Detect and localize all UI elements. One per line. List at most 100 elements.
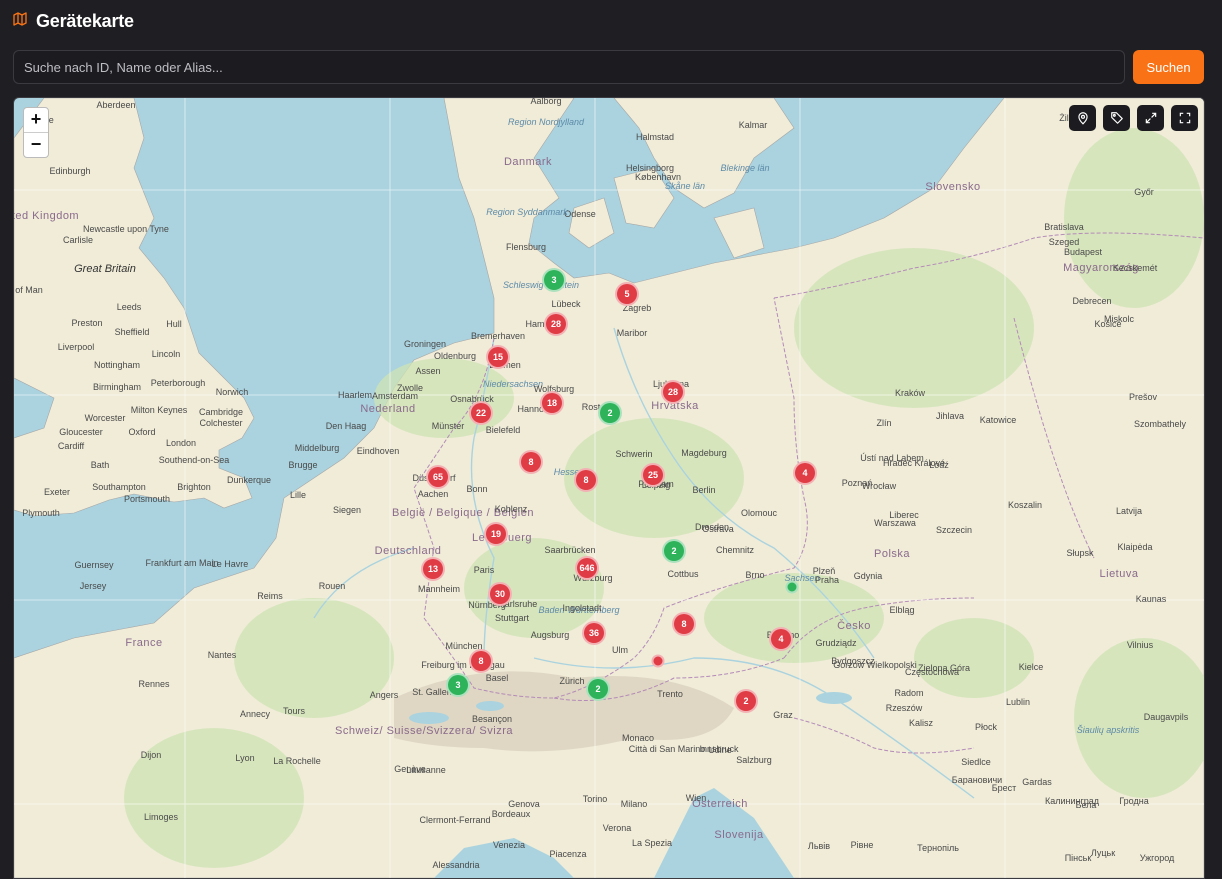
map-label: Zlín	[876, 418, 892, 428]
map-label: Gloucester	[59, 427, 103, 437]
map-label: Salzburg	[736, 755, 772, 765]
expand-icon[interactable]	[1137, 105, 1164, 131]
map-label: Kielce	[1018, 662, 1044, 672]
map-label: Пінськ	[1064, 853, 1092, 863]
map-label: Oldenburg	[433, 351, 477, 361]
map-label: Carlisle	[62, 235, 94, 245]
map-label: Nederland	[360, 403, 416, 415]
map-label: Worcester	[84, 413, 126, 423]
map-label: Magdeburg	[681, 448, 727, 458]
map-label: Bydgoszcz	[831, 656, 875, 666]
map-label: Amsterdam	[371, 391, 419, 401]
search-button[interactable]: Suchen	[1133, 50, 1204, 84]
zoom-control: + −	[23, 107, 49, 158]
map-label: Genève	[394, 764, 426, 774]
map-label: Szeged	[1048, 237, 1080, 247]
cluster-marker[interactable]: 4	[793, 461, 817, 485]
cluster-marker[interactable]: 18	[540, 391, 564, 415]
cluster-marker[interactable]: 8	[574, 468, 598, 492]
map-label: Jersey	[79, 581, 107, 591]
cluster-marker[interactable]: 25	[641, 463, 665, 487]
cluster-marker[interactable]: 2	[662, 539, 686, 563]
map-label: Slovenija	[714, 829, 764, 841]
cluster-marker[interactable]: 4	[769, 627, 793, 651]
map-label: Wrocław	[861, 481, 897, 491]
map-label: Deutschland	[374, 545, 442, 557]
cluster-marker[interactable]: 15	[486, 345, 510, 369]
map-label: Lille	[289, 490, 307, 500]
cluster-marker[interactable]: 2	[734, 689, 758, 713]
map-label: Daugavpils	[1143, 712, 1189, 722]
map-label: Луцьк	[1090, 848, 1116, 858]
cluster-marker[interactable]: 8	[519, 450, 543, 474]
cluster-marker[interactable]: 3	[542, 268, 566, 292]
map-label: Schwerin	[615, 449, 653, 459]
cluster-marker[interactable]: 646	[575, 556, 599, 580]
map-label: Danmark	[503, 156, 553, 168]
map-label: Lübeck	[551, 299, 581, 309]
location-pin-icon[interactable]	[1069, 105, 1096, 131]
tag-icon[interactable]	[1103, 105, 1130, 131]
map-label: Bordeaux	[491, 809, 531, 819]
map-label: Oxford	[128, 427, 156, 437]
map-label: Milton Keynes	[130, 405, 188, 415]
map-label: Trento	[657, 689, 683, 699]
cluster-marker[interactable]: 8	[672, 612, 696, 636]
map-label: Angers	[369, 690, 399, 700]
map-label: Dijon	[140, 750, 162, 760]
zoom-out-button[interactable]: −	[24, 132, 48, 157]
map-label: Zürich	[559, 676, 585, 686]
cluster-marker[interactable]: 28	[661, 380, 685, 404]
map-label: Aalborg	[530, 97, 562, 106]
map-label: Norwich	[215, 387, 249, 397]
cluster-marker[interactable]	[651, 654, 665, 668]
cluster-marker[interactable]: 5	[615, 282, 639, 306]
search-input[interactable]	[13, 50, 1125, 84]
map-label: Paris	[473, 565, 495, 575]
cluster-marker[interactable]: 2	[586, 677, 610, 701]
map-label: Birmingham	[92, 382, 142, 392]
map-label: ited Kingdom	[13, 210, 80, 222]
cluster-marker[interactable]: 30	[488, 582, 512, 606]
map-label: Radom	[894, 688, 924, 698]
cluster-marker[interactable]: 22	[469, 401, 493, 425]
map-label: Schweiz/ Suisse/Svizzera/ Svizra	[335, 725, 513, 737]
cluster-marker[interactable]: 36	[582, 621, 606, 645]
map-label: Augsburg	[530, 630, 570, 640]
map-label: Ústí nad Labem	[860, 453, 924, 463]
map-label: Tours	[282, 706, 306, 716]
map-label: Guernsey	[74, 560, 114, 570]
map-container[interactable]: AberdeenDundeeEdinburghited KingdomNewca…	[13, 97, 1205, 879]
map-label: Basel	[485, 673, 509, 683]
map-label: Rouen	[318, 581, 346, 591]
map-label: Grudziądz	[815, 638, 857, 648]
cluster-marker[interactable]: 28	[544, 312, 568, 336]
map-label: Львів	[807, 841, 831, 851]
cluster-marker[interactable]: 8	[469, 649, 493, 673]
cluster-marker[interactable]: 19	[484, 522, 508, 546]
page-title: Gerätekarte	[36, 10, 134, 31]
cluster-marker[interactable]: 65	[426, 465, 450, 489]
map-label: Haarlem	[337, 390, 373, 400]
cluster-marker[interactable]: 3	[446, 673, 470, 697]
map-label: Płock	[974, 722, 998, 732]
fullscreen-icon[interactable]	[1171, 105, 1198, 131]
map-label: Česko	[837, 620, 871, 632]
cluster-marker[interactable]	[785, 580, 799, 594]
cluster-marker[interactable]: 2	[598, 401, 622, 425]
map-label: Lublin	[1005, 697, 1031, 707]
map-label: Great Britain	[74, 263, 136, 275]
map-label: Torino	[582, 794, 608, 804]
cluster-marker[interactable]: 13	[421, 557, 445, 581]
map-label: Szombathely	[1133, 419, 1187, 429]
map-label: Ostrava	[702, 524, 734, 534]
map-label: Bath	[90, 460, 110, 470]
map-label: Middelburg	[294, 443, 340, 453]
search-bar: Suche n	[13, 50, 1204, 84]
map-label: Colchester	[199, 418, 243, 428]
map-label: Wien	[685, 793, 707, 803]
map-label: Annecy	[239, 709, 271, 719]
map-label: Рівне	[850, 840, 874, 850]
map-label: Siegen	[332, 505, 362, 515]
zoom-in-button[interactable]: +	[24, 108, 48, 132]
